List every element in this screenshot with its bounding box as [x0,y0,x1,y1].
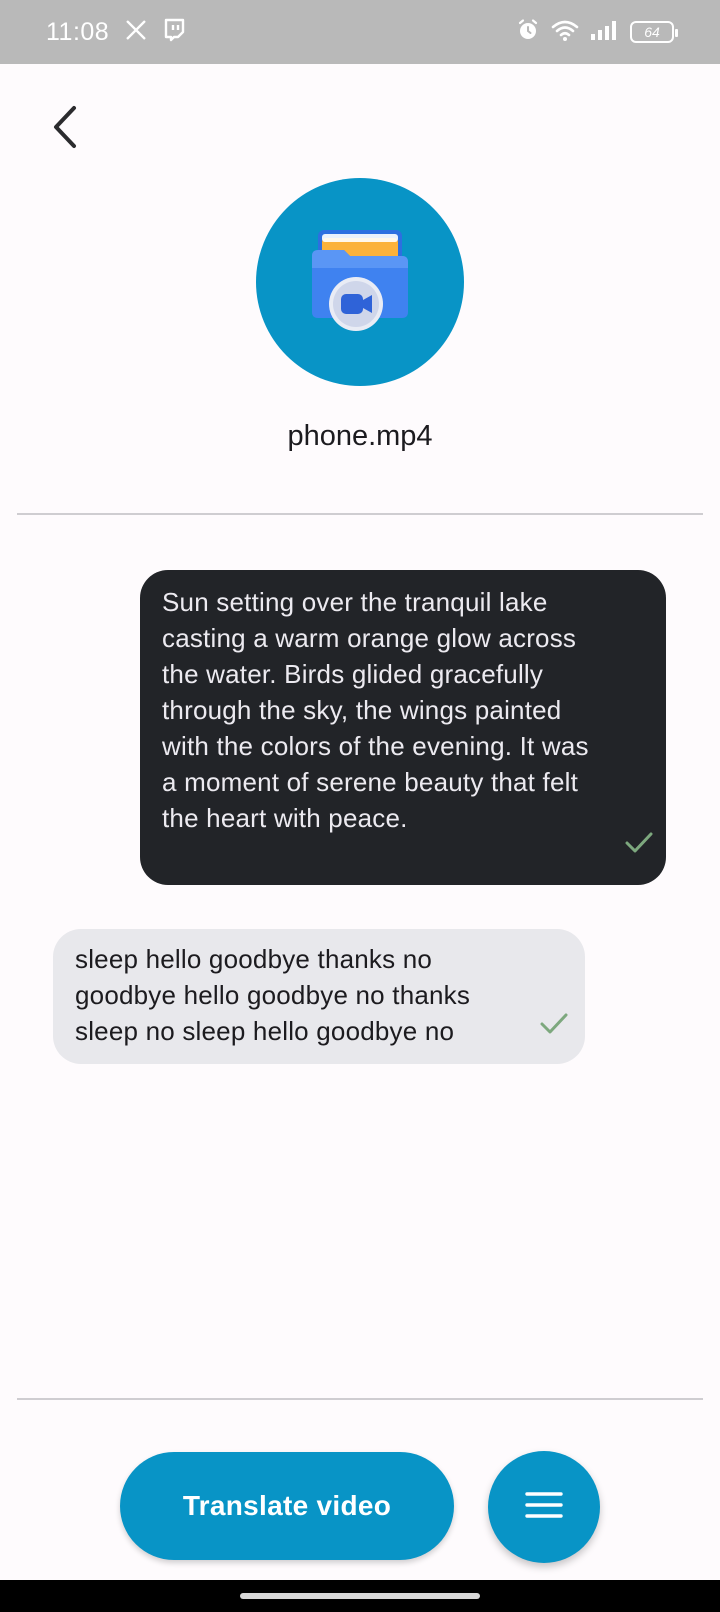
translation-message-text: sleep hello goodbye thanks no goodbye he… [75,944,471,1046]
check-icon [539,1010,569,1046]
status-bar: 11:08 64 [0,0,720,64]
home-indicator[interactable] [240,1593,480,1599]
status-left: 11:08 [46,18,185,47]
source-message-bubble: Sun setting over the tranquil lake casti… [140,570,666,885]
hamburger-menu-icon [525,1491,563,1524]
status-time: 11:08 [46,17,110,46]
twitch-icon [163,18,185,47]
source-message-text: Sun setting over the tranquil lake casti… [162,587,589,833]
check-icon [624,829,654,865]
status-right: 64 [516,18,678,47]
alarm-icon [516,18,540,47]
back-button[interactable] [44,104,86,154]
wifi-icon [550,18,580,47]
translation-message-bubble: sleep hello goodbye thanks no goodbye he… [53,929,585,1064]
video-folder-icon [310,228,410,337]
file-avatar [256,178,464,386]
translate-video-button[interactable]: Translate video [120,1452,454,1560]
signal-icon [590,19,620,46]
menu-button[interactable] [488,1451,600,1563]
divider [17,513,703,515]
chevron-left-icon [52,105,78,154]
file-name: phone.mp4 [287,420,433,452]
divider [17,1398,703,1400]
x-icon [125,19,147,46]
system-nav-bar [0,1580,720,1612]
battery-icon: 64 [630,21,678,43]
